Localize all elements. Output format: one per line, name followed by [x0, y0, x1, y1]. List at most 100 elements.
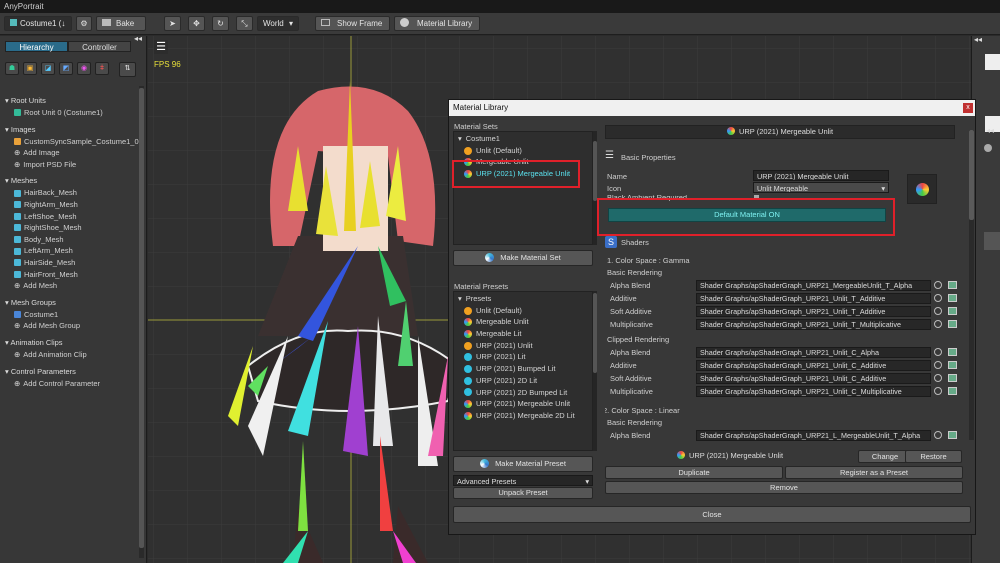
side-button[interactable] — [984, 232, 1000, 250]
sort-icon[interactable]: ⇅ — [119, 62, 136, 77]
shader-path-field[interactable]: Shader Graphs/apShaderGraph_URP21_Mergea… — [696, 280, 931, 291]
viewport-menu-icon[interactable]: ☰ — [154, 40, 168, 54]
duplicate-button[interactable]: Duplicate — [605, 466, 783, 479]
list-item[interactable]: CustomSyncSample_Costume1_0 — [5, 136, 140, 148]
list-item[interactable]: HairBack_Mesh — [5, 187, 140, 199]
object-picker-icon[interactable] — [934, 307, 942, 315]
shader-path-field[interactable]: Shader Graphs/apShaderGraph_URP21_Unlit_… — [696, 306, 931, 317]
shader-path-field[interactable]: Shader Graphs/apShaderGraph_URP21_Unlit_… — [696, 293, 931, 304]
bake-button[interactable]: Bake — [96, 16, 146, 31]
shader-path-field[interactable]: Shader Graphs/apShaderGraph_URP21_Unlit_… — [696, 347, 931, 358]
root-unit-filter-icon[interactable]: ☗ — [5, 62, 19, 75]
section-mesh-groups[interactable]: ▾ Mesh Groups — [5, 297, 140, 309]
object-picker-icon[interactable] — [934, 320, 942, 328]
material-library-button[interactable]: Material Library — [394, 16, 480, 31]
close-button[interactable]: Close — [453, 506, 971, 523]
list-item[interactable]: URP (2021) 2D Bumped Lit — [458, 387, 588, 399]
register-preset-button[interactable]: Register as a Preset — [785, 466, 963, 479]
list-item[interactable]: Mergeable Lit — [458, 328, 588, 340]
tab-hierarchy[interactable]: Hierarchy — [5, 41, 68, 52]
select-tool-button[interactable]: ➤ — [164, 16, 181, 31]
name-field[interactable]: URP (2021) Mergeable Unlit — [753, 170, 889, 181]
section-root-units[interactable]: ▾ Root Units — [5, 95, 140, 107]
sets-root[interactable]: ▾ Costume1 — [458, 133, 588, 145]
make-material-preset-button[interactable]: Make Material Preset — [453, 456, 593, 472]
list-item[interactable]: URP (2021) 2D Lit — [458, 375, 588, 387]
presets-scrollbar[interactable] — [593, 291, 597, 451]
make-material-set-button[interactable]: Make Material Set — [453, 250, 593, 266]
space-dropdown[interactable]: World ▾ — [257, 16, 299, 31]
list-item[interactable]: ⊕ Add Mesh Group — [5, 320, 140, 332]
list-item[interactable]: Unlit (Default) — [458, 305, 588, 317]
tab-controller[interactable]: Controller — [68, 41, 131, 52]
shader-path-field[interactable]: Shader Graphs/apShaderGraph_URP21_Unlit_… — [696, 319, 931, 330]
object-picker-icon[interactable] — [934, 387, 942, 395]
image-filter-icon[interactable]: ▣ — [23, 62, 37, 75]
section-meshes[interactable]: ▾ Meshes — [5, 175, 140, 187]
list-item[interactable]: URP (2021) Lit — [458, 351, 588, 363]
change-button[interactable]: Change — [858, 450, 912, 463]
rotate-tool-button[interactable]: ↻ — [212, 16, 229, 31]
item-label: HairBack_Mesh — [24, 188, 77, 198]
icon-dropdown[interactable]: Unlit Mergeable ▾ — [753, 182, 889, 193]
object-picker-icon[interactable] — [934, 374, 942, 382]
image-icon — [14, 137, 21, 145]
dropdown-value: Unlit Mergeable — [757, 184, 809, 193]
list-item[interactable]: RightShoe_Mesh — [5, 222, 140, 234]
object-picker-icon[interactable] — [934, 348, 942, 356]
shader-path-field[interactable]: Shader Graphs/apShaderGraph_URP21_Unlit_… — [696, 386, 931, 397]
remove-button[interactable]: Remove — [605, 481, 963, 494]
control-param-filter-icon[interactable]: ǂ — [95, 62, 109, 75]
list-item[interactable]: LeftArm_Mesh — [5, 245, 140, 257]
list-item[interactable]: Body_Mesh — [5, 234, 140, 246]
restore-button[interactable]: Restore — [905, 450, 962, 463]
close-icon[interactable]: x — [963, 103, 973, 113]
presets-root[interactable]: ▾ Presets — [458, 293, 588, 305]
list-item[interactable]: ⊕ Add Mesh — [5, 280, 140, 292]
slider-handle[interactable] — [984, 144, 992, 152]
list-item[interactable]: URP (2021) Mergeable 2D Lit — [458, 410, 588, 422]
list-item[interactable]: Unlit (Default) — [458, 145, 588, 157]
material-icon — [464, 341, 472, 350]
list-item[interactable]: URP (2021) Mergeable Unlit — [458, 398, 588, 410]
animation-filter-icon[interactable]: ◉ — [77, 62, 91, 75]
list-item[interactable]: Root Unit 0 (Costume1) — [5, 107, 140, 119]
shader-path-field[interactable]: Shader Graphs/apShaderGraph_URP21_Unlit_… — [696, 360, 931, 371]
list-item[interactable]: ⊕ Add Image — [5, 147, 140, 159]
list-item[interactable]: HairSide_Mesh — [5, 257, 140, 269]
properties-scrollbar[interactable] — [969, 130, 974, 440]
move-tool-button[interactable]: ✥ — [188, 16, 205, 31]
material-sets-list: ▾ Costume1 Unlit (Default) Mergeable Unl… — [453, 131, 593, 245]
list-item[interactable]: URP (2021) Bumped Lit — [458, 363, 588, 375]
list-item[interactable]: ⊕ Add Animation Clip — [5, 349, 140, 361]
collapse-left-icon[interactable]: ◂◂ — [134, 34, 142, 43]
left-scrollbar[interactable] — [139, 86, 144, 558]
unpack-preset-button[interactable]: Unpack Preset — [453, 487, 593, 499]
list-item[interactable]: RightArm_Mesh — [5, 199, 140, 211]
list-item[interactable]: Mergeable Unlit — [458, 316, 588, 328]
section-control-parameters[interactable]: ▾ Control Parameters — [5, 366, 140, 378]
object-picker-icon[interactable] — [934, 294, 942, 302]
scale-tool-button[interactable]: ⤡ — [236, 16, 253, 31]
list-item[interactable]: URP (2021) Unlit — [458, 340, 588, 352]
list-item[interactable]: LeftShoe_Mesh — [5, 211, 140, 223]
rewind-icon[interactable]: ◂◂ — [986, 126, 994, 135]
show-frame-button[interactable]: Show Frame — [315, 16, 390, 31]
collapse-right-icon[interactable]: ◂◂ — [974, 35, 982, 44]
mesh-filter-icon[interactable]: ◪ — [41, 62, 55, 75]
list-item[interactable]: Costume1 — [5, 309, 140, 321]
advanced-presets-dropdown[interactable]: Advanced Presets ▾ — [453, 475, 593, 486]
shader-path-field[interactable]: Shader Graphs/apShaderGraph_URP21_Unlit_… — [696, 373, 931, 384]
costume-selector[interactable]: Costume1 (↓ — [4, 16, 72, 31]
list-item[interactable]: ⊕ Add Control Parameter — [5, 378, 140, 390]
object-picker-icon[interactable] — [934, 431, 942, 439]
list-item[interactable]: HairFront_Mesh — [5, 269, 140, 281]
shader-path-field[interactable]: Shader Graphs/apShaderGraph_URP21_L_Merg… — [696, 430, 931, 441]
settings-button[interactable]: ⚙ — [76, 16, 92, 31]
object-picker-icon[interactable] — [934, 361, 942, 369]
mesh-group-filter-icon[interactable]: ◩ — [59, 62, 73, 75]
object-picker-icon[interactable] — [934, 281, 942, 289]
section-images[interactable]: ▾ Images — [5, 124, 140, 136]
list-item[interactable]: ⊕ Import PSD File — [5, 159, 140, 171]
section-animation-clips[interactable]: ▾ Animation Clips — [5, 337, 140, 349]
